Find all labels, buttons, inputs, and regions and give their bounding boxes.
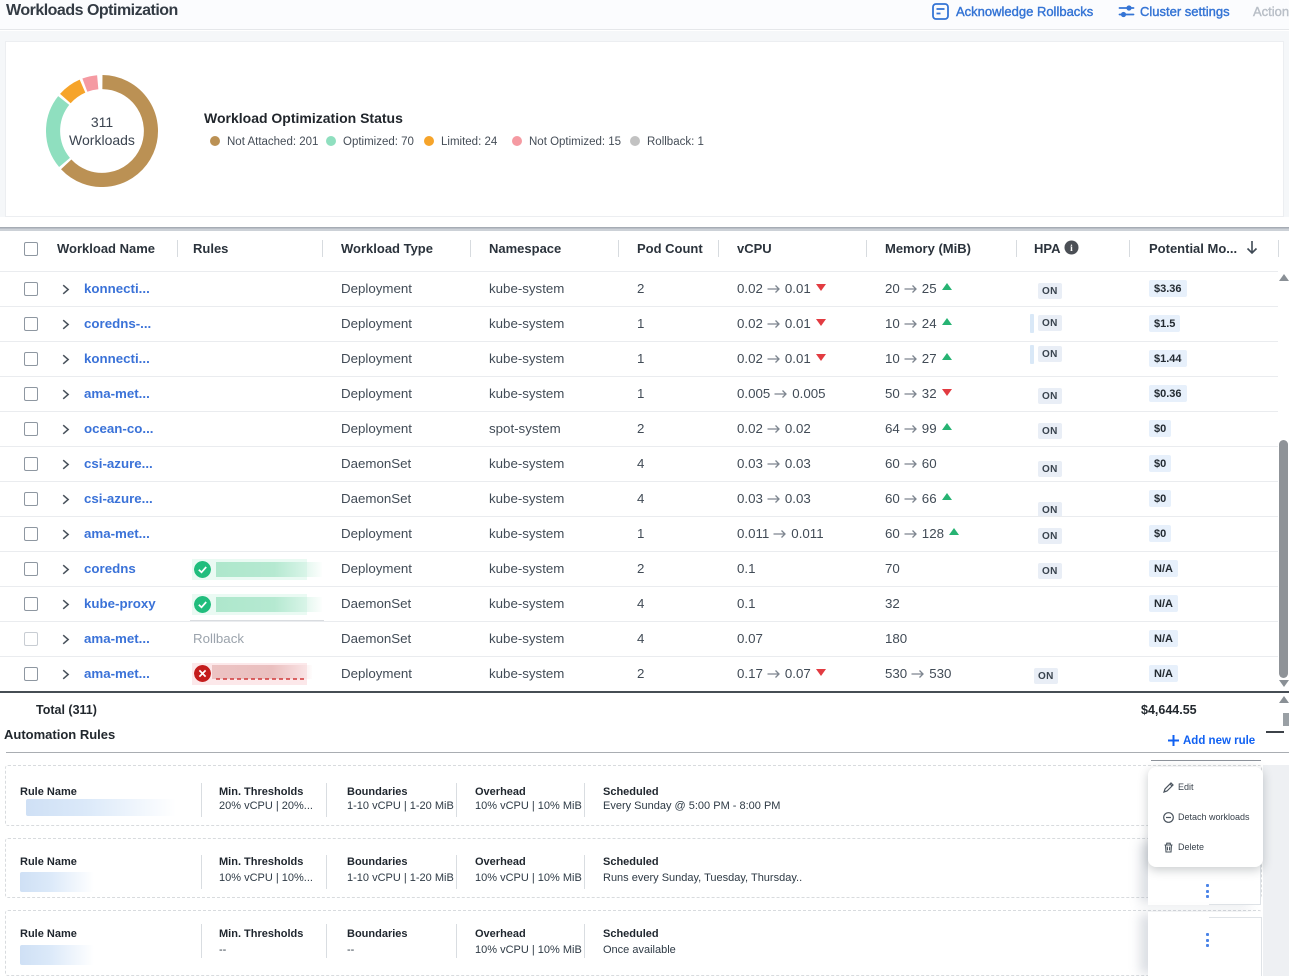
- svg-text:i: i: [1070, 244, 1073, 254]
